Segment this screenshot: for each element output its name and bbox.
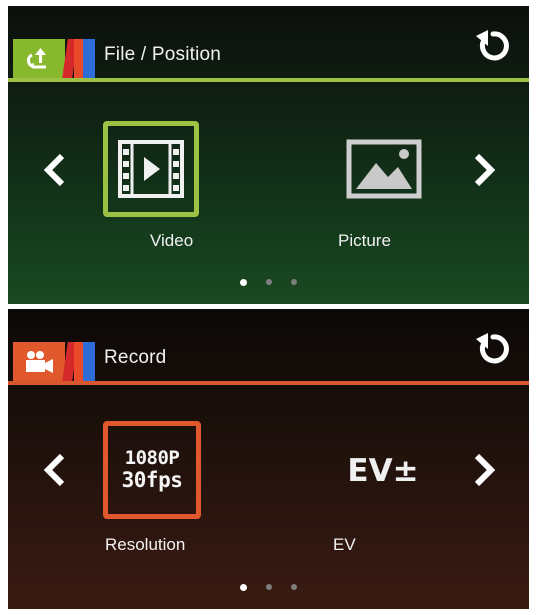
next-arrow-button[interactable] — [469, 450, 499, 490]
prev-arrow-button[interactable] — [40, 150, 70, 190]
video-icon — [118, 140, 184, 198]
chevron-left-icon — [43, 453, 65, 487]
framerate-value: 30fps — [121, 467, 183, 492]
page-dot[interactable] — [266, 279, 272, 285]
resolution-tile[interactable]: 1080P 30fps — [103, 421, 201, 519]
header-divider — [8, 78, 529, 82]
ev-label: EV — [333, 535, 356, 554]
picture-icon — [346, 139, 422, 199]
screen-header: File / Position — [8, 6, 529, 82]
video-camera-icon — [26, 350, 53, 373]
picture-tile[interactable] — [343, 134, 425, 204]
page-indicator — [240, 584, 300, 592]
page-dot[interactable] — [291, 279, 297, 285]
header-divider — [8, 381, 529, 385]
refresh-back-icon — [476, 30, 509, 61]
video-tile[interactable] — [103, 121, 199, 217]
chevron-left-icon — [43, 153, 65, 187]
picture-label: Picture — [338, 231, 391, 250]
video-label: Video — [150, 231, 194, 250]
back-button[interactable] — [473, 329, 513, 369]
header-stripes — [62, 39, 95, 78]
chevron-right-icon — [474, 153, 496, 187]
screen-title: File / Position — [104, 44, 222, 65]
page-dot[interactable] — [240, 279, 247, 286]
file-position-icon — [27, 47, 46, 69]
record-screen: Record 1080P 30fps Resolution EV± EV — [8, 309, 529, 609]
header-stripes — [62, 342, 95, 381]
chevron-right-icon — [474, 453, 496, 487]
page-dot[interactable] — [291, 584, 297, 590]
prev-arrow-button[interactable] — [40, 450, 70, 490]
file-position-screen: File / Position Video Picture — [8, 6, 529, 304]
resolution-value: 1080P — [124, 447, 180, 469]
back-button[interactable] — [473, 26, 513, 66]
ev-tile[interactable]: EV± — [338, 441, 428, 501]
resolution-label: Resolution — [105, 535, 186, 554]
file-position-badge — [13, 39, 65, 78]
next-arrow-button[interactable] — [469, 150, 499, 190]
ev-icon: EV± — [347, 453, 419, 489]
record-badge — [13, 342, 65, 381]
refresh-back-icon — [476, 333, 509, 364]
page-dot[interactable] — [266, 584, 272, 590]
page-dot[interactable] — [240, 584, 247, 591]
screen-header: Record — [8, 309, 529, 385]
screen-title: Record — [104, 347, 167, 368]
page-indicator — [240, 279, 300, 287]
